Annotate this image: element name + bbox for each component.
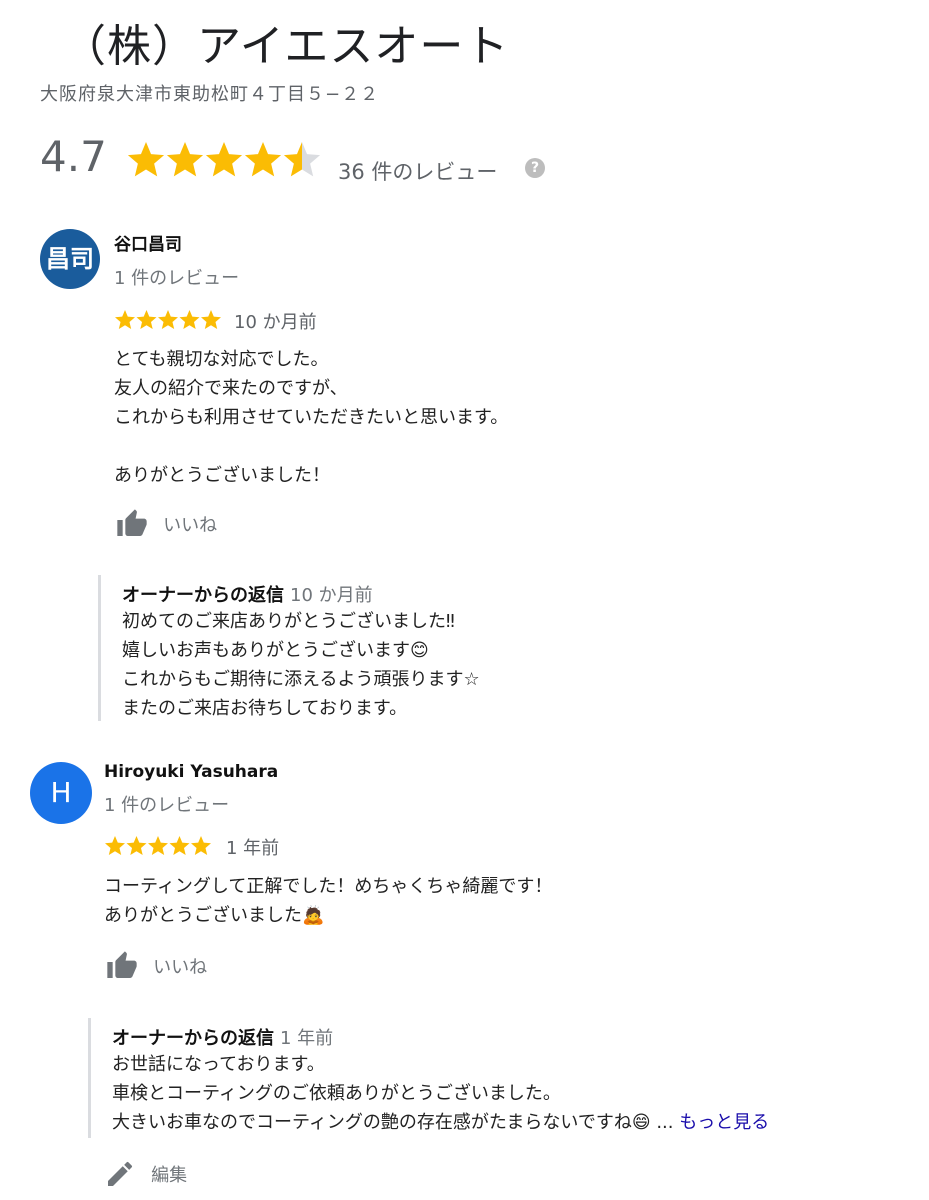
owner-reply-header: オーナーからの返信 1 年前 — [112, 1024, 891, 1050]
star-icon — [127, 142, 165, 177]
owner-reply-text: お世話になっております。 車検とコーティングのご依頼ありがとうございました。 大… — [112, 1050, 891, 1137]
owner-reply-time: 10 か月前 — [290, 585, 373, 606]
avatar[interactable]: H — [30, 762, 92, 824]
average-rating: 4.7 — [40, 132, 107, 181]
business-name: （株）アイエスオート — [62, 21, 510, 72]
review-count-link[interactable]: 36 件のレビュー — [338, 156, 497, 186]
thumbs-up-icon — [117, 509, 147, 536]
star-icon — [158, 310, 178, 329]
star-icon — [169, 836, 190, 855]
like-button[interactable]: いいね — [114, 508, 217, 540]
star-icon — [205, 142, 243, 177]
star-icon — [283, 142, 321, 177]
owner-reply-text: 初めてのご来店ありがとうございました‼ 嬉しいお声もありがとうございます😊 これ… — [122, 611, 480, 719]
star-icon — [136, 310, 157, 329]
owner-reply-text-body: お世話になっております。 車検とコーティングのご依頼ありがとうございました。 大… — [112, 1054, 674, 1133]
star-icon — [166, 142, 204, 177]
star-icon — [126, 836, 147, 855]
review-stars — [115, 310, 221, 329]
star-icon — [105, 836, 125, 855]
owner-reply-time: 1 年前 — [280, 1028, 334, 1049]
review-time: 10 か月前 — [234, 312, 317, 333]
edit-label: 編集 — [151, 1165, 188, 1186]
reviewer-name[interactable]: 谷口昌司 — [114, 230, 182, 255]
review-stars — [105, 836, 211, 855]
star-icon — [201, 310, 221, 329]
review-text: とても親切な対応でした。 友人の紹介で来たのですが、 これからも利用させていただ… — [114, 349, 509, 486]
owner-reply-label: オーナーからの返信 — [122, 585, 284, 606]
star-icon — [115, 310, 135, 329]
edit-button[interactable]: 編集 — [104, 1158, 187, 1190]
star-icon — [148, 836, 168, 855]
star-icon — [191, 836, 211, 855]
reviewer-name[interactable]: Hiroyuki Yasuhara — [104, 762, 278, 782]
show-more-link[interactable]: もっと見る — [679, 1112, 769, 1133]
avatar[interactable]: 昌司 — [40, 229, 100, 289]
like-label: いいね — [163, 515, 218, 536]
like-label: いいね — [153, 957, 208, 978]
star-icon — [179, 310, 200, 329]
like-button[interactable]: いいね — [104, 950, 207, 982]
owner-reply: オーナーからの返信 10 か月前 初めてのご来店ありがとうございました‼ 嬉しいお… — [98, 575, 821, 721]
thumbs-up-icon — [107, 951, 137, 978]
reviewer-review-count: 1 件のレビュー — [114, 268, 240, 289]
help-icon[interactable]: ? — [525, 158, 545, 178]
review-text: コーティングして正解でした！めちゃくちゃ綺麗です！ ありがとうございました🙇 — [104, 876, 553, 926]
pencil-icon — [108, 1161, 133, 1186]
owner-reply-label: オーナーからの返信 — [112, 1028, 274, 1049]
reviewer-review-count: 1 件のレビュー — [104, 795, 230, 816]
owner-reply-header: オーナーからの返信 10 か月前 — [122, 581, 821, 607]
star-icon — [244, 142, 282, 177]
review-time: 1 年前 — [226, 838, 280, 859]
owner-reply: オーナーからの返信 1 年前 お世話になっております。 車検とコーティングのご依頼… — [88, 1018, 891, 1138]
business-address: 大阪府泉大津市東助松町４丁目５−２２ — [40, 84, 380, 105]
average-rating-stars — [127, 142, 321, 177]
